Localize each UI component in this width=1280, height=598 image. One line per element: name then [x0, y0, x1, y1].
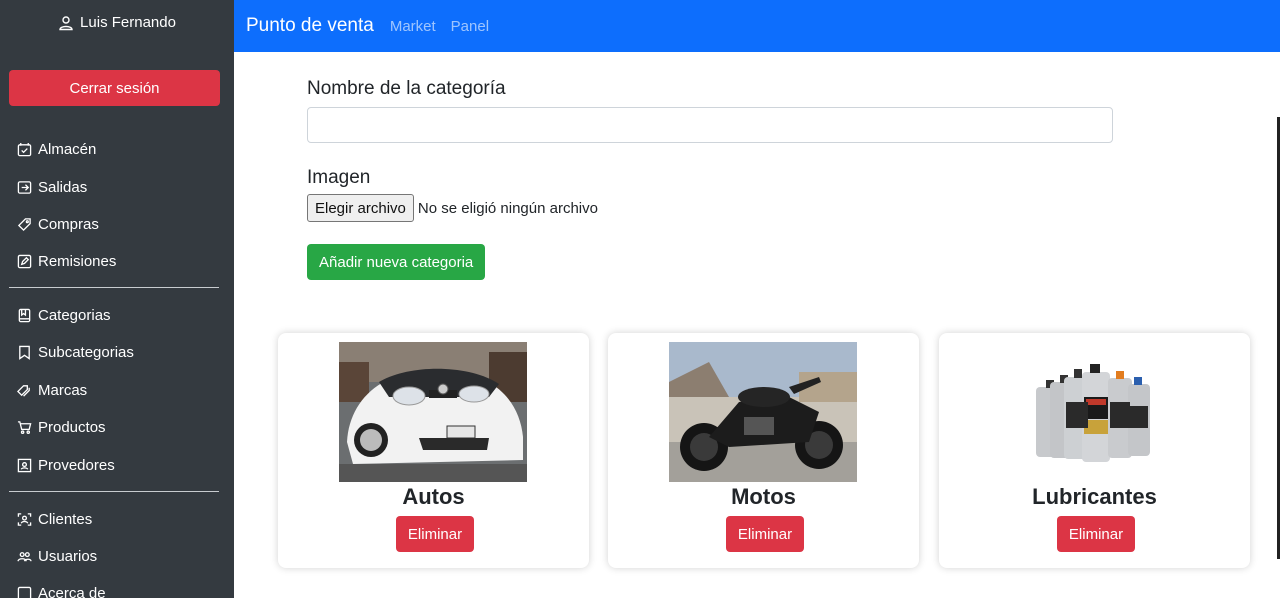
category-title: Motos [731, 484, 796, 509]
sidebar-item-productos[interactable]: Productos [17, 416, 106, 438]
category-image [669, 342, 857, 482]
contact-card-icon [17, 458, 32, 472]
person-frame-icon [17, 512, 32, 526]
add-category-button[interactable]: Añadir nueva categoria [307, 244, 486, 280]
sidebar-item-categorias[interactable]: Categorias [17, 304, 111, 326]
edit-icon [17, 254, 32, 268]
category-title: Autos [402, 484, 465, 509]
category-image [1000, 342, 1188, 482]
bookmark-icon [19, 345, 30, 360]
nav-link-panel[interactable]: Panel [451, 18, 489, 35]
category-image [339, 342, 527, 482]
sidebar-item-label: Clientes [38, 510, 93, 528]
image-label: Imagen [307, 167, 371, 188]
sidebar-item-label: Categorias [38, 306, 111, 324]
file-status: No se eligió ningún archivo [417, 199, 598, 217]
sidebar-item-label: Compras [38, 215, 99, 233]
category-card-lubricantes: Lubricantes Eliminar [939, 333, 1250, 568]
oil-bottles-image [1000, 342, 1188, 482]
logout-button[interactable]: Cerrar sesión [9, 70, 220, 106]
book-icon [18, 308, 31, 322]
tag-icon [17, 217, 31, 231]
sidebar: Luis Fernando Cerrar sesión Almacén Sali… [0, 0, 234, 598]
delete-button[interactable]: Eliminar [396, 516, 474, 552]
category-name-label: Nombre de la categoría [307, 78, 506, 99]
tags-icon [17, 384, 30, 397]
nav-link-market[interactable]: Market [390, 18, 436, 35]
sidebar-item-label: Remisiones [38, 252, 117, 270]
user-info: Luis Fernando [0, 14, 234, 31]
delete-button[interactable]: Eliminar [1057, 516, 1135, 552]
sidebar-item-marcas[interactable]: Marcas [17, 379, 87, 401]
sidebar-divider [9, 287, 219, 288]
top-navbar: Punto de venta Market Panel [234, 0, 1280, 52]
choose-file-button[interactable]: Elegir archivo [307, 194, 414, 222]
motorcycle-image [669, 342, 857, 482]
brand-link[interactable]: Punto de venta [246, 15, 374, 37]
sidebar-item-label: Acerca de [38, 584, 106, 598]
sidebar-item-remisiones[interactable]: Remisiones [17, 250, 116, 272]
sidebar-item-usuarios[interactable]: Usuarios [17, 545, 97, 567]
info-icon [17, 586, 32, 598]
sidebar-item-subcategorias[interactable]: Subcategorias [17, 341, 134, 363]
sidebar-divider [9, 491, 219, 492]
calendar-icon [17, 142, 32, 156]
person-icon [59, 15, 73, 30]
category-card-autos: Autos Eliminar [278, 333, 589, 568]
delete-button[interactable]: Eliminar [726, 516, 804, 552]
category-title: Lubricantes [1032, 484, 1157, 509]
sidebar-item-label: Provedores [38, 456, 115, 474]
category-card-motos: Motos Eliminar [608, 333, 919, 568]
sidebar-item-acerca[interactable]: Acerca de [17, 582, 106, 598]
user-name: Luis Fernando [80, 14, 176, 31]
sidebar-item-label: Almacén [38, 140, 97, 158]
sidebar-item-label: Subcategorias [38, 343, 134, 361]
sidebar-item-label: Productos [38, 418, 106, 436]
sidebar-item-label: Usuarios [38, 547, 98, 565]
sidebar-item-salidas[interactable]: Salidas [17, 176, 87, 198]
people-icon [17, 551, 32, 561]
category-form: Nombre de la categoría Imagen Elegir arc… [307, 78, 1113, 280]
sidebar-item-almacen[interactable]: Almacén [17, 138, 96, 160]
category-name-input[interactable] [307, 107, 1113, 143]
exit-icon [17, 180, 32, 194]
sidebar-item-clientes[interactable]: Clientes [17, 508, 92, 530]
sidebar-item-label: Salidas [38, 178, 88, 196]
sidebar-item-provedores[interactable]: Provedores [17, 454, 115, 476]
sidebar-item-compras[interactable]: Compras [17, 213, 99, 235]
car-image [339, 342, 527, 482]
cart-icon [17, 420, 32, 434]
sidebar-item-label: Marcas [38, 381, 88, 399]
file-picker: Elegir archivo No se eligió ningún archi… [307, 194, 1113, 222]
